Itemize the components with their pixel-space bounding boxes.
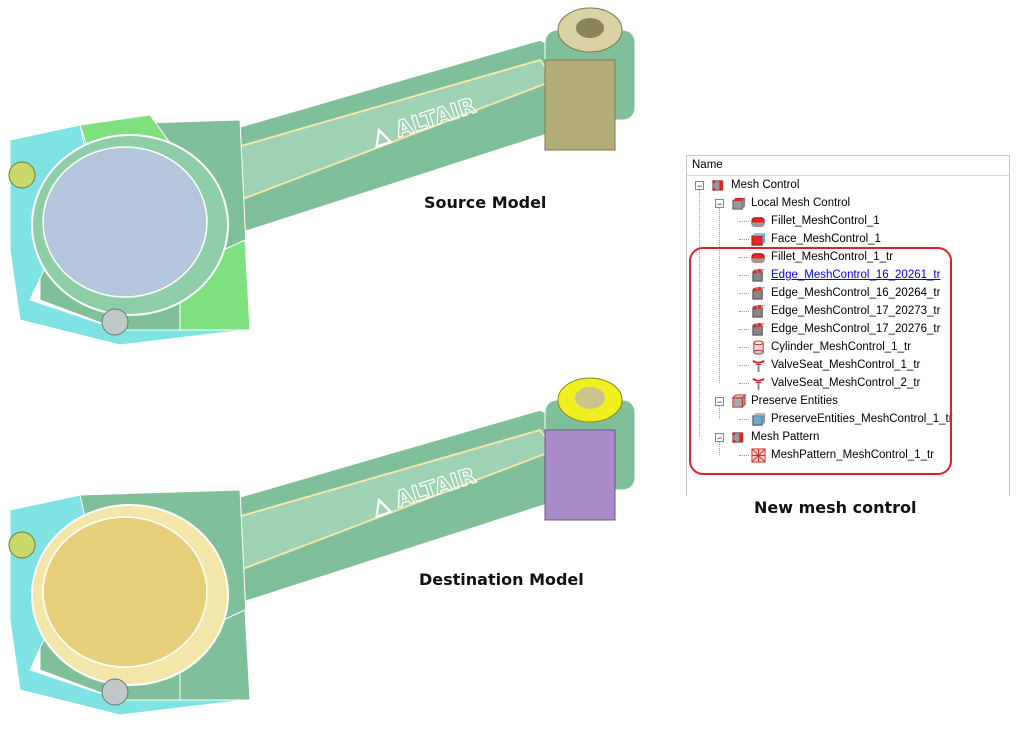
new-mesh-control-caption: New mesh control <box>754 498 917 517</box>
source-model-caption: Source Model <box>424 193 547 212</box>
connecting-rod: △ ALTAIR <box>8 7 636 346</box>
tree-item-label: Face_MeshControl_1 <box>771 233 881 245</box>
tree-item[interactable]: Face_MeshControl_1 <box>751 230 881 248</box>
tree-item-label: Local Mesh Control <box>751 197 851 209</box>
connecting-rod: △ ALTAIR <box>8 377 636 716</box>
tree-item[interactable]: Mesh Control <box>711 176 799 194</box>
tree-connector <box>739 221 749 222</box>
new-mesh-control-highlight <box>689 247 952 475</box>
fillet-icon <box>751 216 765 227</box>
column-header-name[interactable]: Name <box>687 156 1009 176</box>
mesh-control-icon <box>712 179 724 191</box>
tree-connector <box>739 239 749 240</box>
tree-item[interactable]: Fillet_MeshControl_1 <box>751 212 880 230</box>
source-model-render: △ ALTAIR <box>8 7 636 346</box>
destination-model-render: △ ALTAIR <box>8 377 636 716</box>
destination-model-caption: Destination Model <box>419 570 584 589</box>
tree-item-label: Mesh Control <box>731 179 800 191</box>
collapse-toggle[interactable]: − <box>715 199 724 209</box>
tree-item[interactable]: Local Mesh Control <box>731 194 850 212</box>
face-icon <box>751 232 766 246</box>
collapse-toggle[interactable]: − <box>695 181 704 191</box>
local-mesh-control-icon <box>732 197 746 210</box>
tree-item-label: Fillet_MeshControl_1 <box>771 215 880 227</box>
